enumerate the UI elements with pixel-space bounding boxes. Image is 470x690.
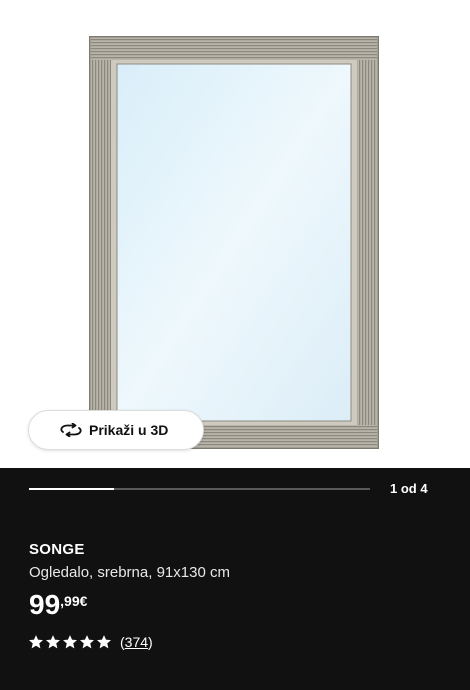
star-icon (80, 635, 94, 649)
star-icon (97, 635, 111, 649)
reviews-link[interactable]: (374) (120, 634, 153, 650)
carousel-progress-track (29, 488, 370, 490)
reviews-close-paren: ) (148, 634, 153, 650)
product-info-panel: 1 od 4 SONGE Ogledalo, srebrna, 91x130 c… (0, 468, 470, 690)
view-in-3d-label: Prikaži u 3D (89, 422, 169, 438)
rotate-3d-icon (59, 423, 83, 437)
star-icon (29, 635, 43, 649)
product-description: Ogledalo, srebrna, 91x130 cm (29, 564, 230, 581)
carousel-progress-fill (29, 488, 115, 490)
star-icon (63, 635, 77, 649)
rating-stars (29, 635, 114, 649)
mirror-product-image (89, 36, 379, 449)
star-icon (46, 635, 60, 649)
product-name[interactable]: SONGE (29, 541, 85, 558)
product-image-area[interactable]: Prikaži u 3D (0, 0, 470, 468)
product-price: 99 ,99€ (29, 588, 87, 622)
price-integer: 99 (29, 589, 61, 620)
product-rating[interactable]: (374) (29, 634, 153, 650)
view-in-3d-button[interactable]: Prikaži u 3D (28, 410, 204, 450)
carousel-counter: 1 od 4 (390, 481, 428, 496)
reviews-count: 374 (124, 634, 149, 650)
price-decimal: ,99€ (60, 593, 88, 609)
